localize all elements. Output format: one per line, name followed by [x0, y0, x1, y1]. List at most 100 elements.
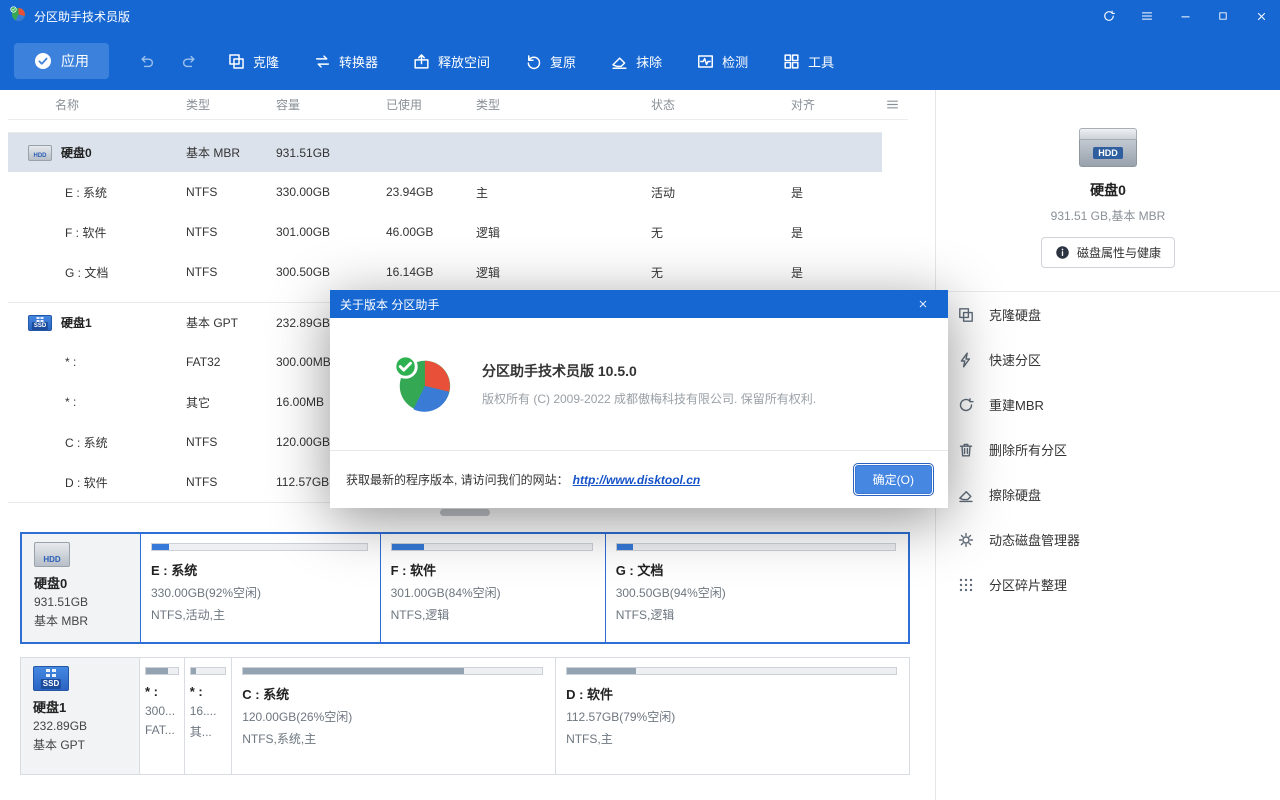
sidebar-item-label: 动态磁盘管理器	[989, 530, 1080, 549]
sidebar-item-label: 删除所有分区	[989, 440, 1067, 459]
about-dialog: 关于版本 分区助手 分区助手技术员版 10.5.0 版权所有 (C) 2009-…	[330, 290, 948, 508]
partition-size: 120.00GB(26%空闲)	[242, 708, 543, 725]
cell-capacity: 330.00GB	[273, 185, 383, 199]
sidebar-item-rebuild-mbr[interactable]: 重建MBR	[936, 382, 1280, 427]
wipe-disk-icon	[956, 486, 976, 504]
sidebar: HDD 硬盘0 931.51 GB,基本 MBR 磁盘属性与健康 克	[935, 90, 1280, 800]
restore-icon	[524, 52, 543, 71]
sidebar-item-quick-partition[interactable]: 快速分区	[936, 337, 1280, 382]
menu-button[interactable]	[1128, 0, 1166, 32]
partition-block-0-1[interactable]: F : 软件301.00GB(84%空闲)NTFS,逻辑	[380, 534, 605, 642]
disk-panel-info: HDD硬盘0931.51GB基本 MBR	[22, 534, 140, 642]
close-button[interactable]	[1242, 0, 1280, 32]
sidebar-item-label: 擦除硬盘	[989, 485, 1041, 504]
refresh-button[interactable]	[1090, 0, 1128, 32]
partition-block-1-0[interactable]: * :300...FAT...	[139, 658, 184, 774]
partition-size: 112.57GB(79%空闲)	[566, 708, 897, 725]
table-row-3[interactable]: G : 文档NTFS300.50GB16.14GB逻辑无是	[8, 252, 882, 292]
minimize-button[interactable]	[1166, 0, 1204, 32]
redo-button[interactable]	[177, 49, 201, 73]
sidebar-item-wipe-disk[interactable]: 擦除硬盘	[936, 472, 1280, 517]
toolbar-item-test[interactable]: 检测	[696, 52, 748, 71]
partition-name: E : 系统	[151, 560, 368, 579]
dialog-footer: 获取最新的程序版本, 请访问我们的网站： http://www.disktool…	[330, 450, 948, 508]
cell-name: * :	[8, 395, 183, 409]
wipe-icon	[610, 52, 629, 71]
clone-disk-icon	[956, 306, 976, 324]
cell-capacity: 931.51GB	[273, 146, 383, 160]
defrag-icon	[956, 576, 976, 594]
apply-button[interactable]: 应用	[14, 43, 109, 79]
disk-properties-button[interactable]: 磁盘属性与健康	[1041, 237, 1175, 268]
hdd-icon: HDD	[34, 542, 70, 567]
table-row-1[interactable]: E : 系统NTFS330.00GB23.94GB主活动是	[8, 172, 882, 212]
table-row-2[interactable]: F : 软件NTFS301.00GB46.00GB逻辑无是	[8, 212, 882, 252]
ok-button[interactable]: 确定(O)	[855, 465, 932, 494]
cell-parttype: 逻辑	[473, 264, 648, 281]
usage-bar	[151, 543, 368, 551]
column-header-1[interactable]: 类型	[183, 96, 273, 113]
partition-block-1-3[interactable]: D : 软件112.57GB(79%空闲)NTFS,主	[555, 658, 909, 774]
cell-status: 活动	[648, 184, 788, 201]
partition-fs: FAT...	[145, 723, 179, 737]
toolbar-item-convert[interactable]: 转换器	[313, 52, 378, 71]
partition-size: 330.00GB(92%空闲)	[151, 584, 368, 601]
column-header-6[interactable]: 对齐	[788, 96, 878, 113]
cell-aligned: 是	[788, 184, 878, 201]
partition-block-1-1[interactable]: * :16....其...	[184, 658, 231, 774]
disk-panel-0[interactable]: HDD硬盘0931.51GB基本 MBR E : 系统 330.00GB(92%空闲…	[20, 532, 910, 644]
rebuild-mbr-icon	[956, 396, 976, 414]
column-header-5[interactable]: 状态	[648, 96, 788, 113]
toolbar-item-clone[interactable]: 克隆	[227, 52, 279, 71]
partition-name: G : 文档	[616, 560, 896, 579]
disk-summary: HDD 硬盘0 931.51 GB,基本 MBR 磁盘属性与健康	[936, 128, 1280, 268]
horizontal-scrollbar-thumb[interactable]	[440, 509, 490, 516]
undo-button[interactable]	[135, 49, 159, 73]
partition-name: F : 软件	[391, 560, 593, 579]
disk-properties-label: 磁盘属性与健康	[1077, 244, 1161, 261]
usage-bar	[190, 667, 226, 675]
column-settings-icon[interactable]	[885, 97, 900, 115]
column-header-2[interactable]: 容量	[273, 96, 383, 113]
partition-block-0-0[interactable]: E : 系统 330.00GB(92%空闲) NTFS,活动,主	[140, 534, 380, 642]
toolbar-item-freespace[interactable]: 释放空间	[412, 52, 490, 71]
partition-fs: 其...	[190, 723, 226, 740]
partition-size: 16....	[190, 704, 226, 718]
toolbar-item-restore[interactable]: 复原	[524, 52, 576, 71]
copyright-text: 版权所有 (C) 2009-2022 成都傲梅科技有限公司. 保留所有权利.	[482, 390, 816, 407]
dialog-close-button[interactable]	[908, 290, 938, 318]
cell-type: NTFS	[183, 475, 273, 489]
disk-panel-style: 基本 MBR	[34, 612, 130, 629]
cell-type: NTFS	[183, 435, 273, 449]
partition-block-1-2[interactable]: C : 系统120.00GB(26%空闲)NTFS,系统,主	[231, 658, 555, 774]
column-header-4[interactable]: 类型	[473, 96, 648, 113]
partition-fs: NTFS,活动,主	[151, 606, 368, 623]
column-header-3[interactable]: 已使用	[383, 96, 473, 113]
column-header-0[interactable]: 名称	[8, 96, 183, 113]
clone-icon	[227, 52, 246, 71]
sidebar-item-label: 分区碎片整理	[989, 575, 1067, 594]
convert-icon	[313, 52, 332, 71]
disk-panel-1[interactable]: SSD硬盘1232.89GB基本 GPT* :300...FAT...* :16…	[20, 657, 910, 775]
hdd-icon: HDD	[28, 145, 52, 161]
app-logo-icon	[10, 6, 26, 27]
cell-used: 23.94GB	[383, 185, 473, 199]
maximize-button[interactable]	[1204, 0, 1242, 32]
website-link[interactable]: http://www.disktool.cn	[573, 473, 701, 487]
table-row-0[interactable]: HDD硬盘0基本 MBR931.51GB	[8, 132, 882, 172]
disk-panel-size: 232.89GB	[33, 719, 129, 733]
ssd-icon: SSD	[28, 315, 52, 331]
cell-type: 基本 GPT	[183, 314, 273, 331]
sidebar-item-label: 快速分区	[989, 350, 1041, 369]
sidebar-item-clone-disk[interactable]: 克隆硬盘	[936, 292, 1280, 337]
cell-type: 其它	[183, 394, 273, 411]
toolbar-item-wipe[interactable]: 抹除	[610, 52, 662, 71]
sidebar-item-defrag[interactable]: 分区碎片整理	[936, 562, 1280, 607]
sidebar-item-delete-partitions[interactable]: 删除所有分区	[936, 427, 1280, 472]
cell-type: NTFS	[183, 185, 273, 199]
partition-size: 300...	[145, 704, 179, 718]
toolbar-item-tools[interactable]: 工具	[782, 52, 834, 71]
disk-panel-info: SSD硬盘1232.89GB基本 GPT	[21, 658, 139, 774]
partition-block-0-2[interactable]: G : 文档300.50GB(94%空闲)NTFS,逻辑	[605, 534, 908, 642]
sidebar-item-dynamic-disk[interactable]: 动态磁盘管理器	[936, 517, 1280, 562]
